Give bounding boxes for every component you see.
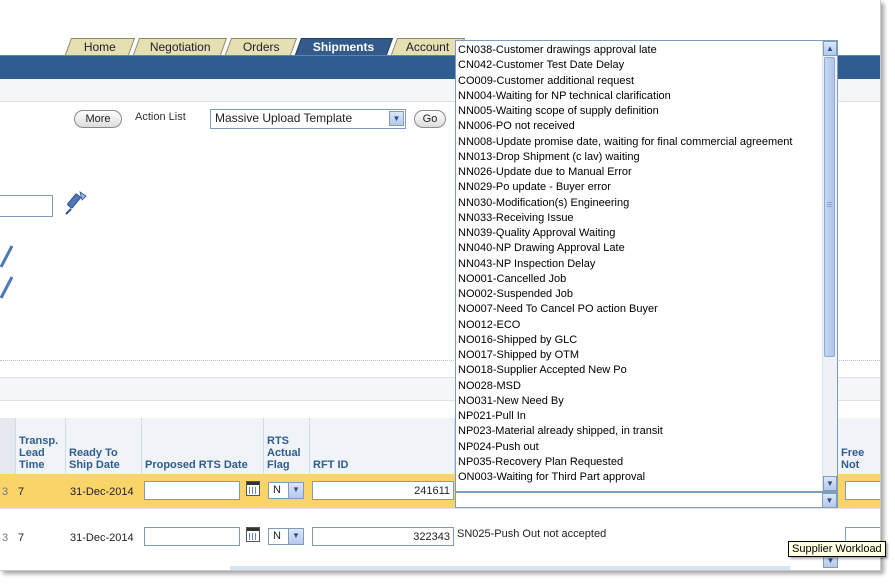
dropdown-option[interactable]: NO016-Shipped by GLC	[456, 333, 825, 348]
dropdown-option[interactable]: CO009-Customer additional request	[456, 74, 825, 89]
dropdown-option[interactable]: NO028-MSD	[456, 379, 825, 394]
dropdown-option[interactable]: ON003-Waiting for Third Part approval	[456, 470, 825, 485]
ready-to-ship-date-value: 31-Dec-2014	[70, 532, 134, 544]
dropdown-option[interactable]: NP024-Push out	[456, 440, 825, 455]
calendar-icon[interactable]	[246, 527, 260, 542]
dropdown-option[interactable]: NO007-Need To Cancel PO action Buyer	[456, 302, 825, 317]
calendar-icon[interactable]	[246, 481, 260, 496]
tab-negotiation[interactable]: Negotiation	[132, 38, 228, 55]
column-header-transp-lead-time[interactable]: Transp. Lead Time	[16, 418, 66, 474]
reason-select[interactable]: SN025-Push Out not accepted ▼	[455, 523, 838, 568]
rts-actual-flag-select[interactable]: N ▼	[268, 482, 304, 499]
dropdown-option[interactable]: NO017-Shipped by OTM	[456, 348, 825, 363]
chevron-up-icon[interactable]: ▲	[823, 41, 837, 56]
dropdown-option[interactable]: NN030-Modification(s) Engineering	[456, 196, 825, 211]
dropdown-option[interactable]: CN042-Customer Test Date Delay	[456, 58, 825, 73]
proposed-rts-date-input[interactable]	[144, 481, 240, 500]
ready-to-ship-date-value: 31-Dec-2014	[70, 486, 134, 498]
dropdown-option[interactable]: NN004-Waiting for NP technical clarifica…	[456, 89, 825, 104]
column-header-rts-actual-flag[interactable]: RTS Actual Flag	[264, 418, 310, 474]
dropdown-option[interactable]: NN039-Quality Approval Waiting	[456, 226, 825, 241]
proposed-rts-date-input[interactable]	[144, 527, 240, 546]
chevron-down-icon[interactable]: ▼	[389, 111, 404, 126]
column-header-rft-id[interactable]: RFT ID	[310, 418, 455, 474]
dropdown-option[interactable]: NN033-Receiving Issue	[456, 211, 825, 226]
pencil-icon[interactable]	[0, 274, 14, 300]
action-list-label: Action List	[135, 111, 186, 123]
dropdown-option[interactable]: NP023-Material already shipped, in trans…	[456, 424, 825, 439]
horizontal-scrollbar[interactable]	[230, 566, 790, 570]
row-prefix: 3	[2, 532, 9, 544]
dropdown-option[interactable]: NN043-NP Inspection Delay	[456, 257, 825, 272]
more-button[interactable]: More	[74, 110, 122, 128]
chevron-down-icon[interactable]: ▼	[288, 483, 303, 498]
chevron-down-icon[interactable]: ▼	[822, 493, 837, 508]
flashlight-search-icon[interactable]	[62, 190, 88, 218]
tab-orders[interactable]: Orders	[224, 38, 298, 55]
dropdown-option[interactable]: NO018-Supplier Accepted New Po	[456, 363, 825, 378]
scrollbar-thumb[interactable]	[824, 57, 835, 357]
lead-time-value: 7	[18, 532, 25, 544]
dropdown-option[interactable]: NO031-New Need By	[456, 394, 825, 409]
tab-account[interactable]: Account	[390, 38, 466, 55]
search-input[interactable]	[0, 195, 53, 217]
dropdown-option[interactable]: NN005-Waiting scope of supply definition	[456, 104, 825, 119]
chevron-down-icon[interactable]: ▼	[288, 529, 303, 544]
dropdown-option[interactable]: NO001-Cancelled Job	[456, 272, 825, 287]
action-list-select[interactable]: Massive Upload Template ▼	[210, 109, 406, 129]
reason-dropdown-list[interactable]: CN038-Customer drawings approval late CN0…	[455, 40, 838, 492]
dropdown-scrollbar[interactable]: ▲ ▼	[822, 41, 837, 491]
tooltip: Supplier Workload	[788, 541, 886, 557]
column-header-free-note[interactable]: Free Not	[838, 418, 880, 474]
row-prefix: 3	[2, 486, 9, 498]
dropdown-option[interactable]: NN029-Po update - Buyer error	[456, 180, 825, 195]
dropdown-option[interactable]: NP035-Recovery Plan Requested	[456, 455, 825, 470]
tab-shipments[interactable]: Shipments	[294, 38, 394, 55]
dropdown-option[interactable]: NN040-NP Drawing Approval Late	[456, 241, 825, 256]
dropdown-option[interactable]: NO002-Suspended Job	[456, 287, 825, 302]
dropdown-option[interactable]: CN038-Customer drawings approval late	[456, 43, 825, 58]
dropdown-option[interactable]: NO012-ECO	[456, 318, 825, 333]
dropdown-option[interactable]: NP021-Pull In	[456, 409, 825, 424]
pencil-icon[interactable]	[0, 243, 14, 269]
column-header-prev	[0, 418, 16, 474]
rft-id-input[interactable]: 322343	[312, 527, 454, 546]
dropdown-options: CN038-Customer drawings approval late CN0…	[456, 41, 825, 485]
dropdown-option[interactable]: NN013-Drop Shipment (c lav) waiting	[456, 150, 825, 165]
lead-time-value: 7	[18, 486, 25, 498]
reason-select[interactable]: ▼	[455, 492, 838, 508]
column-header-proposed-rts-date[interactable]: Proposed RTS Date	[142, 418, 264, 474]
dropdown-option[interactable]: NN026-Update due to Manual Error	[456, 165, 825, 180]
go-button[interactable]: Go	[414, 110, 446, 128]
free-note-input[interactable]	[845, 481, 880, 500]
rts-actual-flag-select[interactable]: N ▼	[268, 528, 304, 545]
column-header-ready-to-ship-date[interactable]: Ready To Ship Date	[66, 418, 142, 474]
dropdown-option[interactable]: NN008-Update promise date, waiting for f…	[456, 135, 825, 150]
tab-home[interactable]: Home	[64, 38, 136, 55]
rft-id-input[interactable]: 241611	[312, 481, 454, 500]
chevron-down-icon[interactable]: ▼	[823, 476, 837, 491]
dropdown-option[interactable]: NN006-PO not received	[456, 119, 825, 134]
